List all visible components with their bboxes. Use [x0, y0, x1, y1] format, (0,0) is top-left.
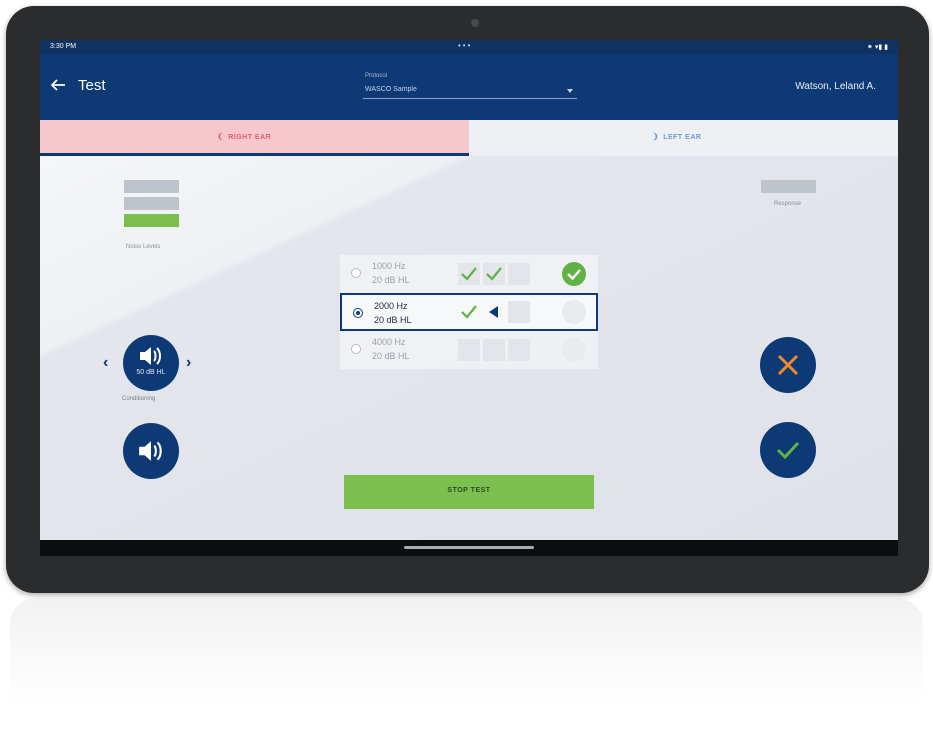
- tone-playing-icon: [483, 301, 505, 323]
- stop-test-label: STOP TEST: [447, 487, 491, 494]
- tablet-reflection: [10, 598, 923, 748]
- protocol-dropdown[interactable]: WASCO Sample: [363, 84, 577, 99]
- result-pending-circle: [562, 338, 586, 362]
- pass-check-icon: [562, 262, 586, 286]
- meter-bar-high: [124, 180, 179, 193]
- frequency-list: 1000 Hz 20 dB HL 2000 Hz 20 dB HL 4000 H…: [340, 255, 598, 369]
- frequency-radio[interactable]: [351, 344, 361, 354]
- no-response-button[interactable]: [760, 337, 816, 393]
- home-indicator[interactable]: [404, 546, 534, 549]
- tab-left-ear[interactable]: ❩ LEFT EAR: [469, 120, 898, 156]
- ear-icon: ❨: [217, 132, 225, 141]
- speaker-icon: [139, 441, 162, 461]
- page-title: Test: [78, 77, 106, 94]
- frequency-row[interactable]: 4000 Hz 20 dB HL: [340, 331, 598, 369]
- frequency-text: 1000 Hz 20 dB HL: [372, 259, 410, 287]
- status-bar: 3:30 PM ••• ⁕ ▾▮ ▮: [40, 40, 898, 54]
- meter-bar-low: [124, 214, 179, 227]
- frequency-level: 20 dB HL: [372, 351, 410, 361]
- frequency-text: 4000 Hz 20 dB HL: [372, 335, 410, 363]
- chevron-left-icon[interactable]: ‹: [103, 354, 108, 372]
- response-check-icon: [458, 263, 480, 285]
- tab-left-ear-text: LEFT EAR: [663, 134, 702, 141]
- tab-left-ear-label: ❩ LEFT EAR: [652, 132, 701, 141]
- noise-level-meter: [124, 180, 179, 231]
- protocol-value: WASCO Sample: [365, 86, 417, 93]
- stop-test-button[interactable]: STOP TEST: [344, 475, 594, 509]
- response-check-icon: [483, 263, 505, 285]
- speaker-icon: [140, 347, 161, 365]
- camera-icon: [471, 19, 479, 27]
- frequency-radio[interactable]: [351, 268, 361, 278]
- patient-name: Watson, Leland A.: [795, 81, 876, 92]
- navigation-bar: [40, 540, 898, 556]
- chevron-down-icon: [567, 89, 573, 93]
- conditioning-level: 50 dB HL: [136, 369, 166, 376]
- tab-right-ear-label: ❨ RIGHT EAR: [217, 132, 271, 141]
- status-time: 3:30 PM: [50, 43, 77, 50]
- conditioning-label: Conditioning: [122, 396, 156, 402]
- frequency-level: 20 dB HL: [374, 315, 412, 325]
- response-empty-slot: [483, 339, 505, 361]
- response-indicator: [761, 180, 816, 193]
- ear-icon: ❩: [652, 132, 660, 141]
- frequency-radio-checked[interactable]: [353, 308, 363, 318]
- response-empty-slot: [508, 301, 530, 323]
- app-screen: 3:30 PM ••• ⁕ ▾▮ ▮ Test Protocol WASCO S…: [40, 40, 898, 540]
- frequency-row[interactable]: 1000 Hz 20 dB HL: [340, 255, 598, 293]
- app-bar: Test Protocol WASCO Sample Watson, Lelan…: [40, 54, 898, 120]
- tab-right-ear[interactable]: ❨ RIGHT EAR: [40, 120, 469, 156]
- response-empty-slot: [458, 339, 480, 361]
- status-icons: ⁕ ▾▮ ▮: [867, 44, 888, 51]
- frequency-row-selected[interactable]: 2000 Hz 20 dB HL: [340, 293, 598, 331]
- response-empty-slot: [508, 263, 530, 285]
- frequency-text: 2000 Hz 20 dB HL: [374, 299, 412, 327]
- frequency-level: 20 dB HL: [372, 275, 410, 285]
- chevron-right-icon[interactable]: ›: [186, 354, 191, 372]
- present-tone-button[interactable]: [123, 423, 179, 479]
- frequency-hz: 4000 Hz: [372, 337, 406, 347]
- multitask-dots-icon: •••: [458, 41, 473, 50]
- result-pending-circle: [562, 300, 586, 324]
- response-check-icon: [458, 301, 480, 323]
- response-label: Response: [774, 201, 802, 207]
- check-icon: [776, 441, 800, 460]
- back-arrow-icon[interactable]: [50, 78, 66, 92]
- conditioning-speaker-button[interactable]: 50 dB HL: [123, 335, 179, 391]
- response-empty-slot: [508, 339, 530, 361]
- frequency-hz: 2000 Hz: [374, 301, 408, 311]
- protocol-label: Protocol: [365, 73, 388, 79]
- noise-level-label: Noise Levels: [126, 244, 161, 250]
- frequency-hz: 1000 Hz: [372, 261, 406, 271]
- tab-right-ear-text: RIGHT EAR: [228, 134, 272, 141]
- close-icon: [777, 354, 799, 376]
- meter-bar-mid: [124, 197, 179, 210]
- response-button[interactable]: [760, 422, 816, 478]
